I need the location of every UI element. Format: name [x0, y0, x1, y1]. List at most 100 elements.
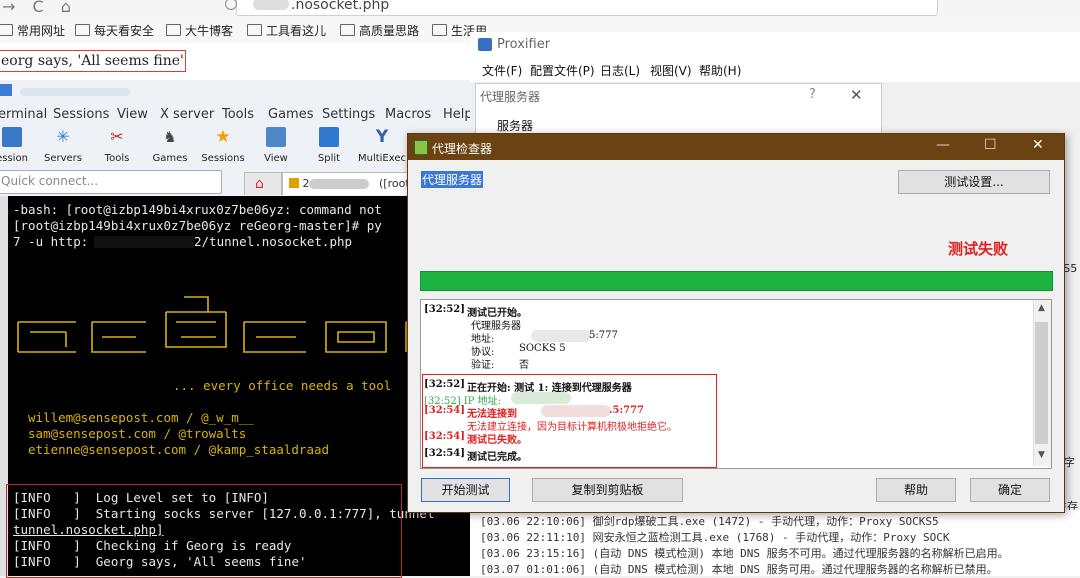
folder-icon [247, 24, 262, 36]
browser-toolbar: → C ⌂ .nosocket.php [0, 0, 1080, 17]
start-test-button[interactable]: 开始测试 [421, 478, 510, 502]
close-icon[interactable]: ✕ [1032, 137, 1044, 153]
sessions-button[interactable]: ★ Sessions [193, 125, 253, 164]
split-icon [319, 127, 339, 147]
maximize-icon[interactable]: ☐ [984, 137, 997, 153]
bookmark-item[interactable]: 大牛博客 [166, 22, 233, 39]
log-value: SOCKS 5 [519, 343, 566, 354]
ok-button[interactable]: 确定 [970, 478, 1050, 502]
proxifier-title: Proxifier [497, 37, 551, 52]
window-title-redacted [20, 88, 130, 96]
proxifier-titlebar: Proxifier [470, 32, 1080, 57]
servers-button[interactable]: ✳ Servers [33, 125, 93, 164]
banner-letter [17, 321, 76, 353]
bookmark-label: 高质量思路 [359, 24, 420, 38]
menu-terminal[interactable]: erminal [0, 107, 47, 122]
menu-macros[interactable]: Macros [385, 107, 431, 122]
folder-icon [166, 24, 181, 36]
menu-help[interactable]: 帮助(H) [699, 62, 741, 79]
terminal-line: 7 -u http: [13, 234, 89, 249]
view-button[interactable]: View [246, 125, 306, 164]
copy-to-clipboard-button[interactable]: 复制到剪贴板 [532, 478, 683, 502]
minimize-icon[interactable]: — [936, 137, 950, 153]
mobaxterm-logo-icon [0, 84, 12, 96]
menu-log[interactable]: 日志(L) [600, 62, 640, 79]
bookmark-item[interactable]: 每天看安全 [75, 22, 154, 39]
highlight-box [6, 484, 402, 578]
log-label: 验证: [471, 360, 495, 371]
banner-letter [91, 321, 146, 353]
menu-xserver[interactable]: X server [160, 107, 214, 122]
terminal-credit: willem@sensepost.com / @_w_m__ [28, 410, 254, 425]
address-redacted [531, 330, 591, 342]
checker-app-icon [414, 140, 428, 155]
toolbar-label: Sessions [201, 153, 245, 164]
mobaxterm-menubar: erminal Sessions View X server Tools Gam… [0, 103, 473, 125]
address-bar[interactable]: .nosocket.php [225, 0, 938, 16]
split-button[interactable]: Split [299, 125, 359, 164]
games-icon: ♞ [163, 128, 177, 146]
banner-letter [243, 321, 306, 353]
menu-file[interactable]: 文件(F) [482, 62, 522, 79]
tab-redacted [309, 179, 369, 189]
test-progress-bar [420, 271, 1053, 291]
terminal-tagline: ... every office needs a tool [173, 378, 392, 393]
menu-profile[interactable]: 配置文件(P) [530, 62, 595, 79]
scroll-thumb[interactable] [1035, 322, 1048, 444]
proxy-checker-dialog: 代理检查器 — ☐ ✕ 代理服务器 测试设置... 测试失败 [32:52] 测… [407, 133, 1065, 513]
menu-games[interactable]: Games [268, 107, 313, 122]
help-icon[interactable]: ? [809, 87, 816, 102]
multiexec-button[interactable]: Y MultiExec [352, 125, 412, 164]
server-label: 服务器 [497, 119, 534, 133]
log-time: [32:52] [424, 304, 465, 315]
terminal-credit: sam@sensepost.com / @trowalts [28, 426, 247, 441]
menu-view[interactable]: 视图(V) [650, 62, 692, 79]
terminal-tab[interactable]: 2 ([root] [282, 172, 414, 195]
error-highlight-box [422, 374, 717, 468]
close-icon[interactable]: ✕ [850, 86, 863, 104]
terminal-line: 2/tunnel.nosocket.php [194, 234, 353, 249]
nav-arrows-icon[interactable]: → C ⌂ [2, 0, 77, 16]
toolbar-label: ession [0, 153, 28, 164]
toolbar-label: Servers [43, 153, 82, 164]
menu-settings[interactable]: Settings [322, 107, 375, 122]
view-icon [266, 127, 286, 147]
mobaxterm-toolbar: ession ✳Servers ✂Tools ♞Games ★Sessions … [0, 125, 470, 169]
games-button[interactable]: ♞ Games [140, 125, 200, 164]
quick-connect-input[interactable]: Quick connect... [0, 170, 222, 194]
home-icon: ⌂ [255, 176, 264, 192]
folder-icon [340, 24, 355, 36]
bookmark-item[interactable]: 高质量思路 [340, 22, 419, 39]
help-button[interactable]: 帮助 [876, 478, 956, 502]
tools-button[interactable]: ✂ Tools [87, 125, 147, 164]
scroll-down-icon[interactable]: ▼ [1038, 450, 1045, 460]
scroll-up-icon[interactable]: ▲ [1038, 303, 1045, 313]
test-status: 测试失败 [948, 240, 1009, 258]
security-icon [225, 0, 237, 10]
test-settings-button[interactable]: 测试设置... [898, 170, 1050, 194]
multiexec-icon: Y [375, 127, 389, 147]
folder-icon [432, 24, 447, 36]
menu-help[interactable]: Help [443, 107, 473, 122]
bookmark-label: 大牛博客 [185, 24, 234, 38]
toolbar-label: Games [152, 153, 188, 164]
proxifier-logo-icon [478, 38, 492, 51]
terminal-tab-icon [289, 178, 299, 188]
toolbar-label: Tools [104, 153, 130, 164]
right-edge-text: 字 [1064, 456, 1075, 469]
proxy-server-link[interactable]: 代理服务器 [421, 171, 484, 188]
bookmark-item[interactable]: 工具看这儿 [247, 22, 326, 39]
terminal-line: -bash: [root@izbp149bi4xrux0z7be06yz: co… [13, 202, 382, 217]
regeorg-banner [17, 296, 470, 353]
folder-icon [75, 24, 90, 36]
log-line: [03.07 01:01:06] (自动 DNS 模式检测) 本地 DNS 服务… [480, 563, 998, 576]
bookmark-label: 每天看安全 [94, 24, 155, 38]
menu-sessions[interactable]: Sessions [53, 107, 109, 122]
url-text: .nosocket.php [291, 0, 390, 13]
proxifier-menubar: 文件(F) 配置文件(P) 日志(L) 视图(V) 帮助(H) [470, 58, 1080, 80]
proxifier-log: [03.06 22:10:06] 御剑rdp爆破工具.exe (1472) - … [470, 510, 1080, 576]
bookmark-item[interactable]: 常用网址 [0, 22, 65, 39]
menu-view[interactable]: View [117, 107, 148, 122]
menu-tools[interactable]: Tools [222, 107, 254, 122]
home-tab[interactable]: ⌂ [244, 172, 282, 195]
